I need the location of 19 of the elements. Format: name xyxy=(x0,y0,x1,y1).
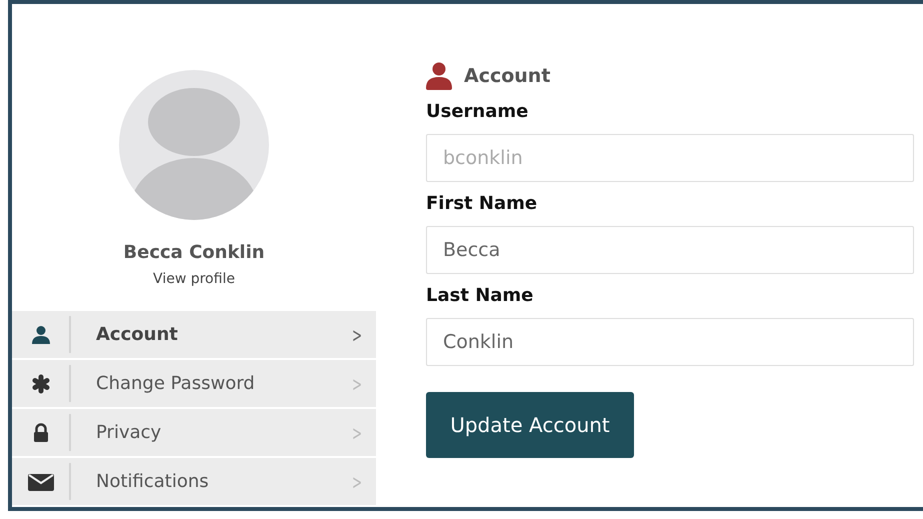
field-label: First Name xyxy=(426,193,538,214)
menu-item[interactable]: Privacy > xyxy=(12,409,376,456)
avatar-icon xyxy=(119,70,269,220)
field-label: Last Name xyxy=(426,285,534,306)
asterisk-icon xyxy=(30,374,50,394)
input-field[interactable]: Becca xyxy=(426,226,914,274)
menu-item[interactable]: Change Password > xyxy=(12,360,376,407)
input-field[interactable]: Conklin xyxy=(426,318,914,366)
person-icon xyxy=(426,62,452,90)
field-label: Username xyxy=(426,101,528,122)
lock-icon xyxy=(32,422,50,442)
view-profile-link[interactable]: View profile xyxy=(153,271,235,287)
envelope-icon xyxy=(28,472,54,492)
profile-name: Becca Conklin xyxy=(123,242,265,263)
menu-item[interactable]: Account > xyxy=(12,311,376,358)
update-account-button[interactable]: Update Account xyxy=(426,392,634,458)
menu-item[interactable]: Notifications > xyxy=(12,458,376,505)
person-icon xyxy=(30,324,50,344)
section-title: Account xyxy=(464,65,550,87)
